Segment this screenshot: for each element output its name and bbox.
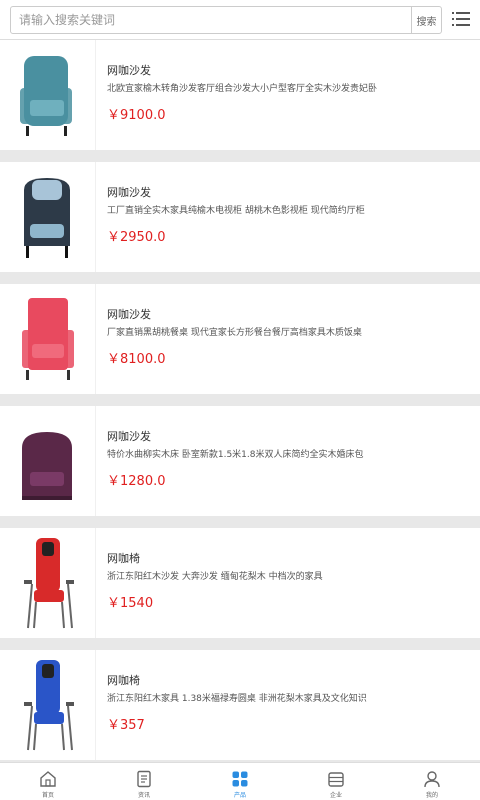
product-price: ￥1280.0 xyxy=(107,474,166,489)
product-price: ￥2950.0 xyxy=(107,230,166,245)
home-icon xyxy=(40,771,56,787)
product-item[interactable]: 网咖椅 浙江东阳红木沙发 大奔沙发 缅甸花梨木 中档次的家具 ￥1540 xyxy=(0,528,480,638)
tab-news[interactable]: 资讯 xyxy=(96,763,192,800)
product-title: 网咖沙发 xyxy=(107,186,151,199)
news-icon xyxy=(137,770,151,788)
product-description: 北欧宜家榆木转角沙发客厅组合沙发大小户型客厅全实木沙发贵妃卧 xyxy=(107,84,377,94)
product-description: 浙江东阳红木沙发 大奔沙发 缅甸花梨木 中档次的家具 xyxy=(107,572,323,582)
product-image xyxy=(22,298,74,380)
product-title: 网咖椅 xyxy=(107,674,140,687)
list-menu-icon[interactable] xyxy=(452,11,470,27)
header: 搜索 xyxy=(0,0,480,40)
item-divider xyxy=(95,162,96,272)
search-box: 搜索 xyxy=(10,6,442,34)
product-price: ￥1540 xyxy=(107,596,154,611)
item-divider xyxy=(95,650,96,760)
tab-mine[interactable]: 我的 xyxy=(384,763,480,800)
product-image xyxy=(24,660,74,751)
tab-label: 我的 xyxy=(425,792,438,799)
product-title: 网咖沙发 xyxy=(107,430,151,443)
bottom-tab-bar: 首页 资讯 产品 企业 我的 xyxy=(0,762,480,800)
tab-label: 首页 xyxy=(41,792,54,799)
item-divider xyxy=(95,406,96,516)
product-image xyxy=(24,538,74,629)
item-divider xyxy=(95,528,96,638)
tab-home[interactable]: 首页 xyxy=(0,763,96,800)
item-divider xyxy=(95,284,96,394)
product-title: 网咖椅 xyxy=(107,552,140,565)
tab-label: 产品 xyxy=(233,792,246,799)
products-icon xyxy=(232,771,248,787)
product-item[interactable]: 网咖沙发 厂家直销黑胡桃餐桌 现代宜家长方形餐台餐厅高档家具木质饭桌 ￥8100… xyxy=(0,284,480,394)
product-price: ￥9100.0 xyxy=(107,108,166,123)
product-item[interactable]: 网咖沙发 北欧宜家榆木转角沙发客厅组合沙发大小户型客厅全实木沙发贵妃卧 ￥910… xyxy=(0,40,480,150)
product-image xyxy=(22,432,72,500)
product-price: ￥357 xyxy=(107,718,145,733)
user-icon xyxy=(424,771,440,788)
tab-products[interactable]: 产品 xyxy=(192,763,288,800)
product-description: 工厂直销全实木家具纯榆木电视柜 胡桃木色影视柜 现代简约厅柜 xyxy=(107,206,365,216)
product-item[interactable]: 网咖沙发 特价水曲柳实木床 卧室新款1.5米1.8米双人床简约全实木婚床包 ￥1… xyxy=(0,406,480,516)
product-description: 特价水曲柳实木床 卧室新款1.5米1.8米双人床简约全实木婚床包 xyxy=(107,450,364,460)
product-description: 浙江东阳红木家具 1.38米福禄寿圆桌 非洲花梨木家具及文化知识 xyxy=(107,694,367,704)
tab-company[interactable]: 企业 xyxy=(288,763,384,800)
company-icon xyxy=(328,772,344,787)
tab-label: 企业 xyxy=(329,792,342,799)
product-item[interactable]: 网咖椅 浙江东阳红木家具 1.38米福禄寿圆桌 非洲花梨木家具及文化知识 ￥35… xyxy=(0,650,480,760)
item-divider xyxy=(95,40,96,150)
product-price: ￥8100.0 xyxy=(107,352,166,367)
search-input[interactable] xyxy=(11,7,411,33)
product-image xyxy=(20,56,72,136)
product-description: 厂家直销黑胡桃餐桌 现代宜家长方形餐台餐厅高档家具木质饭桌 xyxy=(107,328,362,338)
tab-label: 资讯 xyxy=(137,792,150,799)
search-button[interactable]: 搜索 xyxy=(411,7,441,33)
product-title: 网咖沙发 xyxy=(107,64,151,77)
product-image xyxy=(24,178,70,258)
product-item[interactable]: 网咖沙发 工厂直销全实木家具纯榆木电视柜 胡桃木色影视柜 现代简约厅柜 ￥295… xyxy=(0,162,480,272)
product-title: 网咖沙发 xyxy=(107,308,151,321)
